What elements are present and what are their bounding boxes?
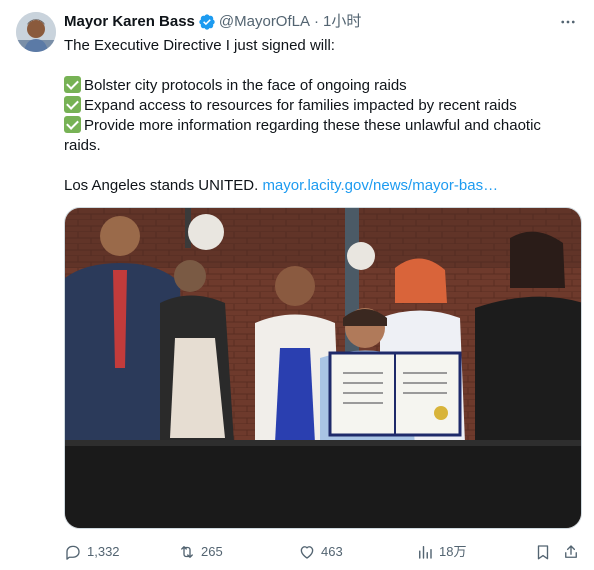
retweet-icon <box>181 546 193 558</box>
bullet-item: Provide more information regarding these… <box>64 116 541 154</box>
share-button[interactable] <box>562 540 585 564</box>
tweet-closing-line: Los Angeles stands UNITED. mayor.lacity.… <box>64 177 499 194</box>
tweet-actions: 1,332 265 463 18万 <box>64 540 582 564</box>
like-button[interactable]: 463 <box>298 540 343 564</box>
like-count: 463 <box>321 544 343 559</box>
more-options-icon[interactable] <box>558 12 578 32</box>
bullet-item: Bolster city protocols in the face of on… <box>64 76 570 96</box>
avatar[interactable] <box>16 12 56 52</box>
separator-dot: · <box>314 13 319 30</box>
verified-badge-icon[interactable] <box>198 13 216 31</box>
check-mark-icon <box>64 76 81 93</box>
bookmark-button[interactable] <box>534 540 557 564</box>
bookmark-icon <box>537 545 549 560</box>
views-button[interactable]: 18万 <box>416 540 466 564</box>
tweet-text: The Executive Directive I just signed wi… <box>64 36 570 196</box>
tweet-link[interactable]: mayor.lacity.gov/news/mayor-bas… <box>262 177 498 194</box>
author-name[interactable]: Mayor Karen Bass <box>64 12 195 32</box>
reply-icon <box>66 545 80 560</box>
retweet-button[interactable]: 265 <box>178 540 223 564</box>
reply-button[interactable]: 1,332 <box>64 540 120 564</box>
heart-icon <box>300 546 314 559</box>
author-handle[interactable]: @MayorOfLA <box>219 12 310 32</box>
tweet-intro: The Executive Directive I just signed wi… <box>64 37 335 54</box>
view-count: 18万 <box>439 544 467 559</box>
check-mark-icon <box>64 116 81 133</box>
analytics-icon <box>419 546 432 559</box>
tweet-photo[interactable] <box>64 207 582 529</box>
share-icon <box>565 545 577 558</box>
tweet-timestamp[interactable]: 1小时 <box>323 12 361 32</box>
retweet-count: 265 <box>201 544 223 559</box>
check-mark-icon <box>64 96 81 113</box>
bullet-item: Expand access to resources for families … <box>64 96 570 116</box>
tweet-header: Mayor Karen Bass @MayorOfLA · 1小时 <box>64 12 578 32</box>
tweet-card[interactable]: Mayor Karen Bass @MayorOfLA · 1小时 The Ex… <box>0 0 594 570</box>
reply-count: 1,332 <box>87 544 120 559</box>
